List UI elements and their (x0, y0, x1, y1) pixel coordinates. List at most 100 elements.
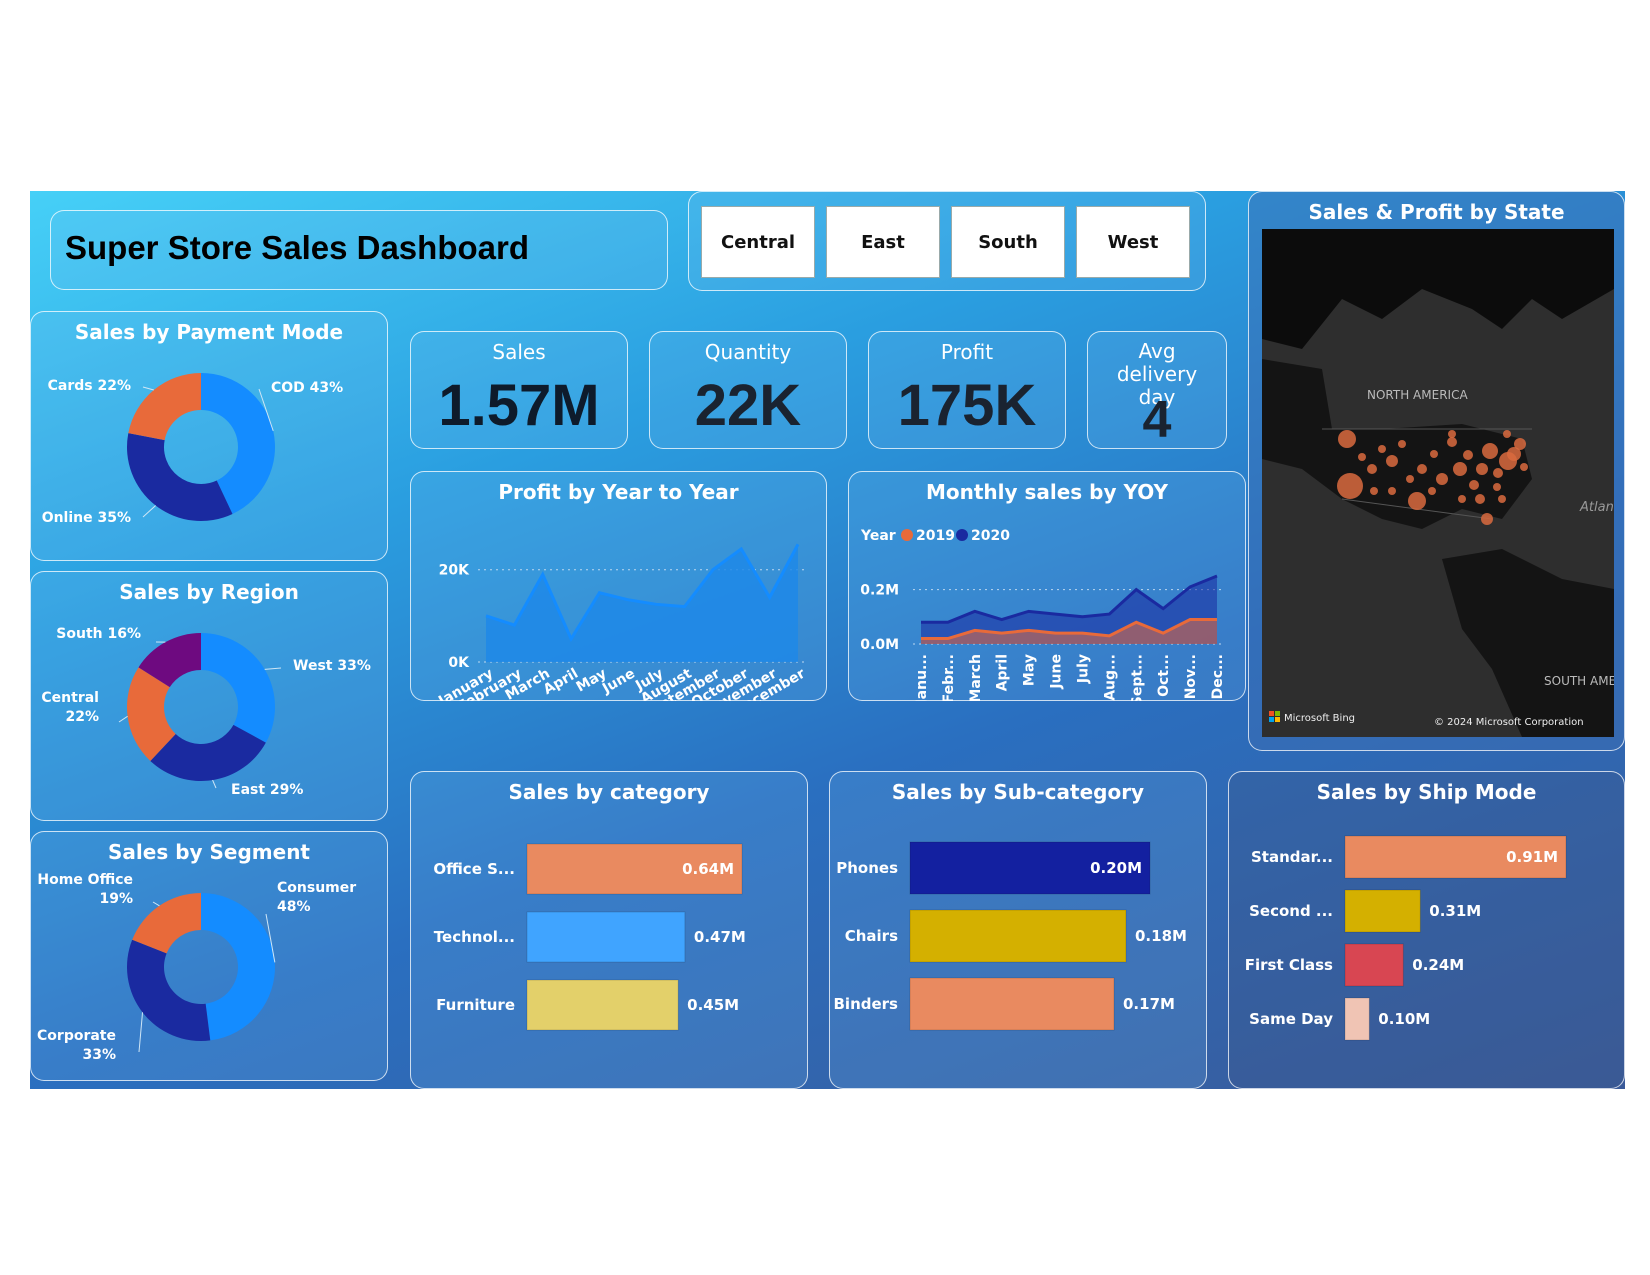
monthly-yoy-chart: Year 2019 2020 0.0M 0.2M Janu... Febr... March A… (860, 528, 1226, 701)
bar-value-label: 0.20M (1090, 859, 1142, 877)
kpi-profit-label: Profit (940, 340, 994, 364)
donut-leader-line (212, 779, 217, 789)
x-tick-label: Oct... (1156, 654, 1172, 697)
bar[interactable] (909, 977, 1115, 1031)
monthly-yoy-panel: Monthly sales by YOY Year 2019 2020 0.0M 0.2… (848, 471, 1246, 701)
kpi-delivery-value: 4 (1142, 391, 1172, 449)
bar-category-label: Second ... (1249, 902, 1333, 920)
payment-mode-donut: COD 43% Online 35% Cards 22% (42, 373, 343, 526)
map-canvas[interactable]: NORTH AMERICA SOUTH AME Atlan Microsoft … (1262, 229, 1614, 737)
bar-category-label: Same Day (1249, 1010, 1333, 1028)
y-tick-label: 0.2M (860, 583, 899, 599)
bar-value-label: 0.10M (1378, 1010, 1430, 1028)
kpi-quantity-label: Quantity (704, 340, 792, 364)
bar[interactable] (526, 979, 679, 1031)
map-title: Sales & Profit by State (1308, 200, 1565, 224)
donut-slice-label: COD 43% (271, 380, 343, 396)
kpi-quantity-value: 22K (694, 373, 802, 438)
kpi-sales-label: Sales (492, 340, 546, 364)
donut-slice-label: Online 35% (42, 510, 131, 526)
category-title: Sales by category (508, 780, 710, 804)
x-tick-label: June (599, 666, 638, 698)
bar-category-label: Office S... (433, 860, 515, 878)
kpi-delivery-card: Avg delivery day 4 (1087, 331, 1227, 449)
region-title: Sales by Region (119, 580, 299, 604)
region-panel: Sales by Region West 33% East 29% Central 2… (30, 571, 388, 821)
donut-leader-line (264, 667, 282, 670)
bar[interactable] (1344, 943, 1404, 987)
shipmode-title: Sales by Ship Mode (1316, 780, 1537, 804)
x-tick-label: Aug... (1102, 654, 1118, 701)
map-label-atlantic: Atlan (1579, 500, 1614, 515)
donut-slice-label: Home Office 19% (37, 872, 133, 907)
payment-mode-panel: Sales by Payment Mode COD 43% Online 35% C… (30, 311, 388, 561)
donut-leader-line (118, 715, 128, 723)
map-copyright: © 2024 Microsoft Corporation (1434, 717, 1584, 728)
donut-slice-label: Corporate 33% (37, 1028, 116, 1063)
bar-value-label: 0.24M (1412, 956, 1464, 974)
segment-panel: Sales by Segment Consumer 48% Corporate 33%… (30, 831, 388, 1081)
bar-category-label: Furniture (436, 996, 515, 1014)
bing-logo-text: Microsoft Bing (1284, 713, 1355, 724)
kpi-sales-card: Sales 1.57M (410, 331, 628, 449)
x-tick-label: Sept... (1129, 654, 1145, 701)
bar[interactable] (909, 909, 1127, 963)
y-tick-label: 20K (439, 563, 470, 579)
category-bar-chart: Office S... 0.64M Technol... 0.47M Furniture… (433, 843, 746, 1031)
donut-slice[interactable] (201, 633, 275, 743)
segment-title: Sales by Segment (108, 840, 310, 864)
bar[interactable] (526, 911, 686, 963)
region-button-west[interactable]: West (1076, 206, 1190, 278)
region-button-south[interactable]: South (951, 206, 1065, 278)
bar-value-label: 0.18M (1135, 927, 1187, 945)
bar-value-label: 0.91M (1506, 848, 1558, 866)
x-tick-label: Dec... (1210, 654, 1226, 699)
donut-slice[interactable] (201, 893, 276, 1041)
x-tick-label: April (995, 654, 1011, 691)
bar-value-label: 0.45M (687, 996, 739, 1014)
y-tick-label: 0.0M (860, 637, 899, 653)
x-tick-label: July (1075, 654, 1091, 684)
donut-leader-line (142, 505, 156, 518)
subcategory-bar-chart: Phones 0.20M Chairs 0.18M Binders 0.17M (834, 841, 1187, 1031)
kpi-profit-value: 175K (897, 373, 1037, 438)
donut-slice-label: South 16% (56, 626, 141, 642)
monthly-yoy-title: Monthly sales by YOY (925, 480, 1169, 504)
segment-donut: Consumer 48% Corporate 33% Home Office 19% (37, 872, 356, 1063)
legend-title: Year (860, 528, 896, 544)
bar[interactable] (1344, 889, 1421, 933)
shipmode-bar-chart: Standar... 0.91M Second ... 0.31M First Clas… (1245, 835, 1567, 1041)
legend-label[interactable]: 2019 (916, 528, 955, 544)
payment-mode-title: Sales by Payment Mode (74, 320, 344, 344)
legend-label[interactable]: 2020 (971, 528, 1010, 544)
legend-marker (901, 529, 913, 541)
donut-slice-label: East 29% (231, 782, 303, 798)
profit-year-title: Profit by Year to Year (498, 480, 739, 504)
region-button-central[interactable]: Central (701, 206, 815, 278)
dashboard: Super Store Sales Dashboard Central East… (30, 191, 1625, 1089)
legend-marker (956, 529, 968, 541)
kpi-sales-value: 1.57M (438, 373, 600, 438)
bar-value-label: 0.47M (694, 928, 746, 946)
donut-slice[interactable] (126, 939, 211, 1041)
map-panel: Sales & Profit by State NORTH AMERICA SO… (1248, 191, 1625, 751)
donut-slice[interactable] (127, 433, 233, 521)
x-tick-label: Nov... (1183, 654, 1199, 699)
kpi-quantity-card: Quantity 22K (649, 331, 847, 449)
region-donut: West 33% East 29% Central 22% South 16% (41, 626, 370, 798)
map-label-north-america: NORTH AMERICA (1367, 388, 1468, 402)
donut-leader-line (138, 1012, 144, 1053)
region-button-east[interactable]: East (826, 206, 940, 278)
bar-category-label: First Class (1245, 956, 1333, 974)
category-panel: Sales by category Office S... 0.64M Techno… (410, 771, 808, 1089)
bar-value-label: 0.31M (1429, 902, 1481, 920)
bar-category-label: Chairs (845, 927, 898, 945)
x-tick-label: Febr... (941, 654, 957, 701)
bar[interactable] (1344, 997, 1370, 1041)
donut-slice-label: Cards 22% (48, 378, 131, 394)
bar-value-label: 0.17M (1123, 995, 1175, 1013)
bar-value-label: 0.64M (682, 860, 734, 878)
bar-category-label: Standar... (1251, 848, 1333, 866)
title-panel: Super Store Sales Dashboard (50, 210, 668, 290)
donut-slice[interactable] (128, 373, 201, 441)
